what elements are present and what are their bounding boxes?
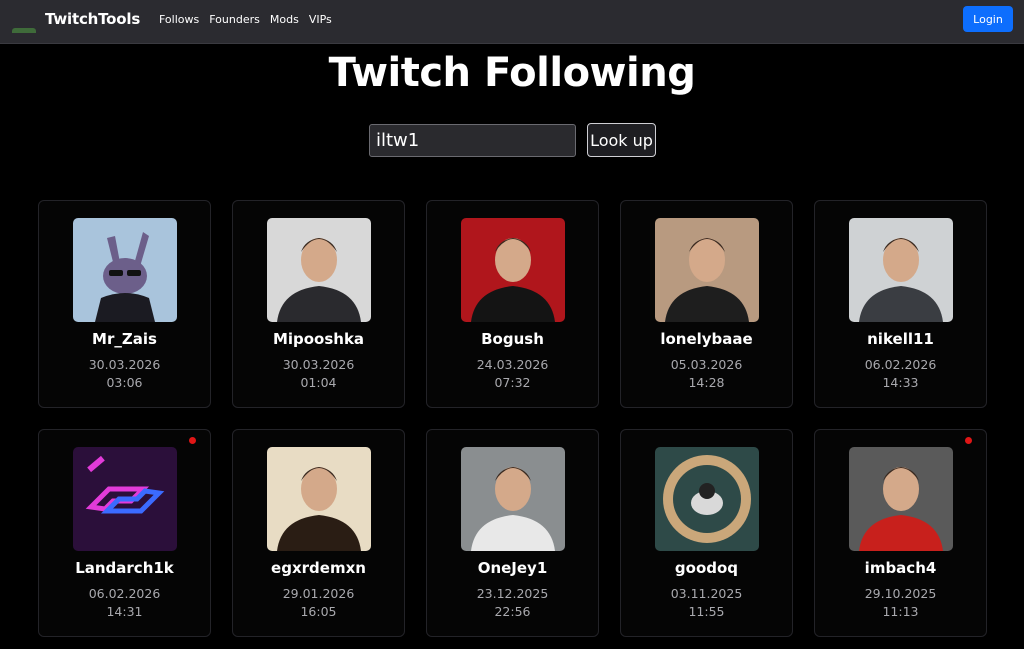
username-search-input[interactable] — [369, 124, 576, 157]
brand-name[interactable]: TwitchTools — [45, 10, 140, 28]
follow-time: 03:06 — [106, 375, 143, 390]
follow-time: 07:32 — [494, 375, 531, 390]
channel-avatar[interactable] — [267, 447, 371, 551]
top-navbar: TwitchTools Follows Founders Mods VIPs L… — [0, 0, 1024, 44]
channel-avatar[interactable] — [849, 218, 953, 322]
follow-date: 06.02.2026 — [864, 357, 937, 372]
live-indicator-icon — [189, 437, 196, 444]
portrait-avatar — [267, 218, 371, 322]
channel-avatar[interactable] — [655, 218, 759, 322]
follow-time: 11:55 — [688, 604, 725, 619]
follow-date: 23.12.2025 — [476, 586, 549, 601]
follows-grid: Mr_Zais 30.03.2026 03:06 Mipooshka 30.03.202… — [38, 200, 987, 637]
follow-card[interactable]: Mr_Zais 30.03.2026 03:06 — [38, 200, 211, 408]
channel-name[interactable]: Landarch1k — [39, 559, 210, 577]
follow-date: 29.10.2025 — [864, 586, 937, 601]
channel-avatar[interactable] — [849, 447, 953, 551]
follow-date: 03.11.2025 — [670, 586, 743, 601]
neon-logo-avatar — [73, 447, 177, 551]
follow-time: 22:56 — [494, 604, 531, 619]
nav-link-vips[interactable]: VIPs — [309, 13, 332, 26]
channel-avatar[interactable] — [655, 447, 759, 551]
follow-card[interactable]: goodoq 03.11.2025 11:55 — [620, 429, 793, 637]
follow-date: 30.03.2026 — [88, 357, 161, 372]
channel-name[interactable]: goodoq — [621, 559, 792, 577]
channel-name[interactable]: OneJey1 — [427, 559, 598, 577]
brand-logo-icon — [12, 28, 36, 33]
portrait-avatar — [461, 218, 565, 322]
portrait-avatar — [461, 447, 565, 551]
follow-time: 11:13 — [882, 604, 919, 619]
nav-links: Follows Founders Mods VIPs — [159, 13, 332, 26]
page-title: Twitch Following — [328, 50, 696, 96]
channel-avatar[interactable] — [267, 218, 371, 322]
follow-time: 14:31 — [106, 604, 143, 619]
channel-avatar[interactable] — [73, 218, 177, 322]
follow-card[interactable]: imbach4 29.10.2025 11:13 — [814, 429, 987, 637]
channel-name[interactable]: Mipooshka — [233, 330, 404, 348]
follow-time: 01:04 — [300, 375, 337, 390]
channel-name[interactable]: nikell11 — [815, 330, 986, 348]
channel-name[interactable]: imbach4 — [815, 559, 986, 577]
channel-name[interactable]: Mr_Zais — [39, 330, 210, 348]
round-badge-avatar — [655, 447, 759, 551]
follow-date: 05.03.2026 — [670, 357, 743, 372]
channel-avatar[interactable] — [73, 447, 177, 551]
follow-time: 16:05 — [300, 604, 337, 619]
portrait-avatar — [655, 218, 759, 322]
login-button[interactable]: Login — [963, 6, 1013, 32]
follow-date: 06.02.2026 — [88, 586, 161, 601]
nav-link-mods[interactable]: Mods — [270, 13, 299, 26]
portrait-avatar — [849, 218, 953, 322]
follow-card[interactable]: OneJey1 23.12.2025 22:56 — [426, 429, 599, 637]
portrait-avatar — [849, 447, 953, 551]
follow-card[interactable]: Landarch1k 06.02.2026 14:31 — [38, 429, 211, 637]
follow-card[interactable]: nikell11 06.02.2026 14:33 — [814, 200, 987, 408]
nav-link-founders[interactable]: Founders — [209, 13, 260, 26]
follow-card[interactable]: egxrdemxn 29.01.2026 16:05 — [232, 429, 405, 637]
cartoon-rabbit-avatar — [73, 218, 177, 322]
channel-name[interactable]: lonelybaae — [621, 330, 792, 348]
channel-avatar[interactable] — [461, 218, 565, 322]
follow-date: 29.01.2026 — [282, 586, 355, 601]
portrait-avatar — [267, 447, 371, 551]
look-up-button[interactable]: Look up — [587, 123, 656, 157]
channel-avatar[interactable] — [461, 447, 565, 551]
follow-time: 14:28 — [688, 375, 725, 390]
channel-name[interactable]: Bogush — [427, 330, 598, 348]
follow-card[interactable]: lonelybaae 05.03.2026 14:28 — [620, 200, 793, 408]
follow-date: 30.03.2026 — [282, 357, 355, 372]
follow-card[interactable]: Mipooshka 30.03.2026 01:04 — [232, 200, 405, 408]
follow-time: 14:33 — [882, 375, 919, 390]
live-indicator-icon — [965, 437, 972, 444]
follow-card[interactable]: Bogush 24.03.2026 07:32 — [426, 200, 599, 408]
follow-date: 24.03.2026 — [476, 357, 549, 372]
nav-link-follows[interactable]: Follows — [159, 13, 199, 26]
channel-name[interactable]: egxrdemxn — [233, 559, 404, 577]
